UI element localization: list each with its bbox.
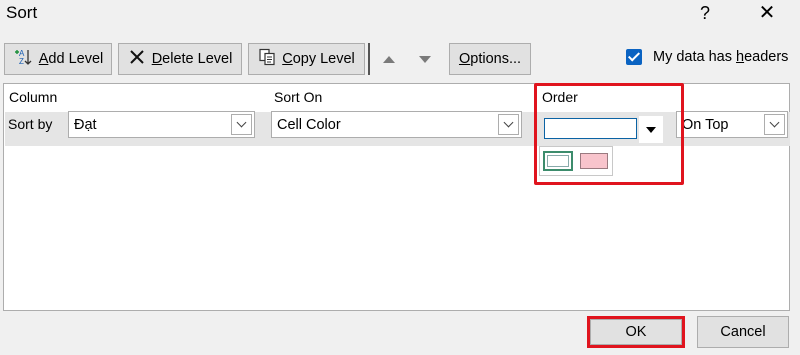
- column-header: Column: [9, 89, 58, 105]
- options-label: Options...: [458, 51, 522, 67]
- help-button[interactable]: ?: [690, 0, 720, 26]
- move-down-icon: [419, 55, 431, 63]
- checkbox-checked-icon[interactable]: [626, 49, 642, 65]
- sort-on-select[interactable]: Cell Color: [271, 111, 522, 138]
- delete-level-label: Delete Level: [151, 51, 233, 67]
- my-data-has-headers-checkbox[interactable]: My data has headers: [626, 49, 788, 65]
- ok-highlight-box: [587, 316, 685, 348]
- order-highlight-box: [534, 83, 684, 185]
- svg-text:Z: Z: [19, 57, 24, 66]
- move-up-button[interactable]: [373, 43, 405, 75]
- toolbar-separator: [368, 43, 370, 75]
- title-bar: Sort ? ✕: [0, 0, 800, 30]
- column-select[interactable]: Đạt: [68, 111, 255, 138]
- chevron-down-icon: [503, 117, 514, 128]
- column-select-value: Đạt: [74, 116, 97, 133]
- close-button[interactable]: ✕: [752, 0, 782, 26]
- window-title: Sort: [6, 3, 38, 22]
- add-level-button[interactable]: A Z Add Level: [4, 43, 112, 75]
- chevron-down-icon: [769, 117, 780, 128]
- chevron-down-icon: [236, 117, 247, 128]
- copy-icon: [258, 48, 276, 70]
- position-select-value: On Top: [682, 116, 729, 133]
- delete-level-button[interactable]: Delete Level: [118, 43, 242, 75]
- sort-by-label: Sort by: [8, 116, 53, 132]
- sort-on-header: Sort On: [274, 89, 323, 105]
- copy-level-label: Copy Level: [282, 51, 355, 67]
- column-dropdown-button[interactable]: [231, 114, 252, 135]
- move-up-icon: [383, 55, 395, 63]
- position-dropdown-button[interactable]: [764, 114, 785, 135]
- sort-on-dropdown-button[interactable]: [498, 114, 519, 135]
- copy-level-button[interactable]: Copy Level: [248, 43, 365, 75]
- move-down-button[interactable]: [409, 43, 441, 75]
- delete-x-icon: [128, 48, 146, 70]
- add-level-label: Add Level: [38, 51, 104, 67]
- position-select[interactable]: On Top: [676, 111, 788, 138]
- headers-label: My data has headers: [653, 49, 789, 65]
- sort-on-select-value: Cell Color: [277, 116, 341, 133]
- options-button[interactable]: Options...: [449, 43, 531, 75]
- add-level-icon: A Z: [13, 47, 33, 71]
- cancel-button[interactable]: Cancel: [697, 316, 789, 348]
